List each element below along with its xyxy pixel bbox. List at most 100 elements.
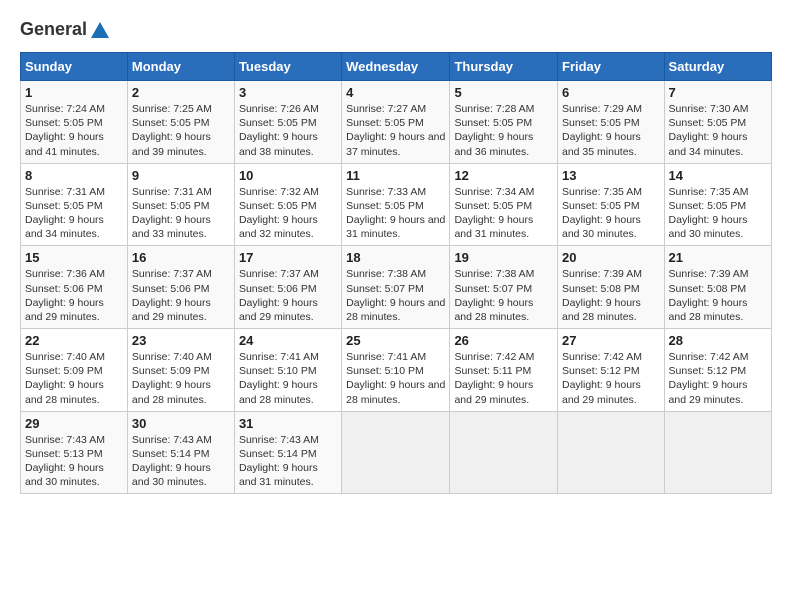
logo-general: General [20, 20, 111, 42]
calendar-day: 20 Sunrise: 7:39 AMSunset: 5:08 PMDayligh… [558, 246, 665, 329]
day-info: Sunrise: 7:43 AMSunset: 5:14 PMDaylight:… [239, 433, 337, 490]
day-number: 29 [25, 416, 123, 431]
calendar-day: 30Sunrise: 7:43 AMSunset: 5:14 PMDayligh… [127, 411, 234, 494]
day-info: Sunrise: 7:34 AMSunset: 5:05 PMDaylight:… [454, 185, 553, 242]
weekday-header-monday: Monday [127, 53, 234, 81]
day-info: Sunrise: 7:42 AMSunset: 5:11 PMDaylight:… [454, 350, 553, 407]
day-info: Sunrise: 7:39 AMSunset: 5:08 PMDaylight:… [562, 267, 660, 324]
calendar-week-2: 8 Sunrise: 7:31 AMSunset: 5:05 PMDaylight… [21, 163, 772, 246]
day-info: Sunrise: 7:37 AMSunset: 5:06 PMDaylight:… [239, 267, 337, 324]
weekday-header-wednesday: Wednesday [342, 53, 450, 81]
calendar-week-1: 1 Sunrise: 7:24 AMSunset: 5:05 PMDaylight… [21, 81, 772, 164]
day-number: 8 [25, 168, 123, 183]
calendar-day: 31 Sunrise: 7:43 AMSunset: 5:14 PMDayligh… [234, 411, 341, 494]
weekday-header-sunday: Sunday [21, 53, 128, 81]
day-number: 11 [346, 168, 445, 183]
day-number: 15 [25, 250, 123, 265]
calendar-day: 5 Sunrise: 7:28 AMSunset: 5:05 PMDaylight… [450, 81, 558, 164]
day-number: 16 [132, 250, 230, 265]
calendar-day: 18 Sunrise: 7:38 AMSunset: 5:07 PMDayligh… [342, 246, 450, 329]
weekday-header-friday: Friday [558, 53, 665, 81]
weekday-header-tuesday: Tuesday [234, 53, 341, 81]
day-info: Sunrise: 7:43 AMSunset: 5:13 PMDaylight:… [25, 433, 123, 490]
day-number: 25 [346, 333, 445, 348]
day-info: Sunrise: 7:42 AMSunset: 5:12 PMDaylight:… [562, 350, 660, 407]
day-number: 30 [132, 416, 230, 431]
calendar-day: 26 Sunrise: 7:42 AMSunset: 5:11 PMDayligh… [450, 329, 558, 412]
calendar-day: 22 Sunrise: 7:40 AMSunset: 5:09 PMDayligh… [21, 329, 128, 412]
day-info: Sunrise: 7:41 AMSunset: 5:10 PMDaylight:… [239, 350, 337, 407]
calendar-day: 7 Sunrise: 7:30 AMSunset: 5:05 PMDaylight… [664, 81, 771, 164]
day-number: 18 [346, 250, 445, 265]
day-info: Sunrise: 7:25 AMSunset: 5:05 PMDaylight:… [132, 102, 230, 159]
day-number: 28 [669, 333, 767, 348]
calendar-day: 19 Sunrise: 7:38 AMSunset: 5:07 PMDayligh… [450, 246, 558, 329]
calendar-day: 4 Sunrise: 7:27 AMSunset: 5:05 PMDaylight… [342, 81, 450, 164]
calendar-day: 24 Sunrise: 7:41 AMSunset: 5:10 PMDayligh… [234, 329, 341, 412]
calendar-day: 27 Sunrise: 7:42 AMSunset: 5:12 PMDayligh… [558, 329, 665, 412]
calendar-day: 14Sunrise: 7:35 AMSunset: 5:05 PMDayligh… [664, 163, 771, 246]
calendar-day: 21Sunrise: 7:39 AMSunset: 5:08 PMDayligh… [664, 246, 771, 329]
day-info: Sunrise: 7:40 AMSunset: 5:09 PMDaylight:… [25, 350, 123, 407]
day-number: 6 [562, 85, 660, 100]
calendar-day: 23 Sunrise: 7:40 AMSunset: 5:09 PMDayligh… [127, 329, 234, 412]
day-number: 26 [454, 333, 553, 348]
day-info: Sunrise: 7:30 AMSunset: 5:05 PMDaylight:… [669, 102, 767, 159]
calendar-day: 12 Sunrise: 7:34 AMSunset: 5:05 PMDayligh… [450, 163, 558, 246]
calendar-day [450, 411, 558, 494]
day-number: 4 [346, 85, 445, 100]
calendar-week-5: 29 Sunrise: 7:43 AMSunset: 5:13 PMDayligh… [21, 411, 772, 494]
day-number: 22 [25, 333, 123, 348]
calendar-week-4: 22 Sunrise: 7:40 AMSunset: 5:09 PMDayligh… [21, 329, 772, 412]
day-info: Sunrise: 7:38 AMSunset: 5:07 PMDaylight:… [346, 267, 445, 324]
day-number: 24 [239, 333, 337, 348]
day-info: Sunrise: 7:32 AMSunset: 5:05 PMDaylight:… [239, 185, 337, 242]
calendar-day [558, 411, 665, 494]
day-number: 27 [562, 333, 660, 348]
day-info: Sunrise: 7:33 AMSunset: 5:05 PMDaylight:… [346, 185, 445, 242]
day-info: Sunrise: 7:26 AMSunset: 5:05 PMDaylight:… [239, 102, 337, 159]
day-number: 31 [239, 416, 337, 431]
weekday-header-saturday: Saturday [664, 53, 771, 81]
day-number: 5 [454, 85, 553, 100]
day-number: 20 [562, 250, 660, 265]
calendar-day: 6 Sunrise: 7:29 AMSunset: 5:05 PMDaylight… [558, 81, 665, 164]
calendar-day: 8 Sunrise: 7:31 AMSunset: 5:05 PMDaylight… [21, 163, 128, 246]
day-info: Sunrise: 7:38 AMSunset: 5:07 PMDaylight:… [454, 267, 553, 324]
day-number: 7 [669, 85, 767, 100]
day-info: Sunrise: 7:41 AMSunset: 5:10 PMDaylight:… [346, 350, 445, 407]
calendar-day: 28Sunrise: 7:42 AMSunset: 5:12 PMDayligh… [664, 329, 771, 412]
page-header: General [20, 20, 772, 42]
day-info: Sunrise: 7:36 AMSunset: 5:06 PMDaylight:… [25, 267, 123, 324]
calendar-day: 13 Sunrise: 7:35 AMSunset: 5:05 PMDayligh… [558, 163, 665, 246]
logo: General [20, 20, 111, 42]
day-info: Sunrise: 7:27 AMSunset: 5:05 PMDaylight:… [346, 102, 445, 159]
day-number: 10 [239, 168, 337, 183]
day-info: Sunrise: 7:29 AMSunset: 5:05 PMDaylight:… [562, 102, 660, 159]
day-number: 17 [239, 250, 337, 265]
day-number: 1 [25, 85, 123, 100]
day-info: Sunrise: 7:24 AMSunset: 5:05 PMDaylight:… [25, 102, 123, 159]
day-number: 23 [132, 333, 230, 348]
calendar-day: 2Sunrise: 7:25 AMSunset: 5:05 PMDaylight… [127, 81, 234, 164]
day-info: Sunrise: 7:40 AMSunset: 5:09 PMDaylight:… [132, 350, 230, 407]
calendar-day: 9Sunrise: 7:31 AMSunset: 5:05 PMDaylight… [127, 163, 234, 246]
day-info: Sunrise: 7:31 AMSunset: 5:05 PMDaylight:… [25, 185, 123, 242]
calendar-day: 10 Sunrise: 7:32 AMSunset: 5:05 PMDayligh… [234, 163, 341, 246]
day-info: Sunrise: 7:35 AMSunset: 5:05 PMDaylight:… [669, 185, 767, 242]
calendar-week-3: 15 Sunrise: 7:36 AMSunset: 5:06 PMDayligh… [21, 246, 772, 329]
day-number: 13 [562, 168, 660, 183]
day-info: Sunrise: 7:35 AMSunset: 5:05 PMDaylight:… [562, 185, 660, 242]
day-info: Sunrise: 7:28 AMSunset: 5:05 PMDaylight:… [454, 102, 553, 159]
calendar-day [664, 411, 771, 494]
calendar-day: 16 Sunrise: 7:37 AMSunset: 5:06 PMDayligh… [127, 246, 234, 329]
day-number: 9 [132, 168, 230, 183]
day-number: 19 [454, 250, 553, 265]
day-info: Sunrise: 7:37 AMSunset: 5:06 PMDaylight:… [132, 267, 230, 324]
calendar-day: 29 Sunrise: 7:43 AMSunset: 5:13 PMDayligh… [21, 411, 128, 494]
day-number: 12 [454, 168, 553, 183]
day-number: 21 [669, 250, 767, 265]
calendar-day: 11 Sunrise: 7:33 AMSunset: 5:05 PMDayligh… [342, 163, 450, 246]
calendar-day [342, 411, 450, 494]
calendar-day: 1 Sunrise: 7:24 AMSunset: 5:05 PMDaylight… [21, 81, 128, 164]
